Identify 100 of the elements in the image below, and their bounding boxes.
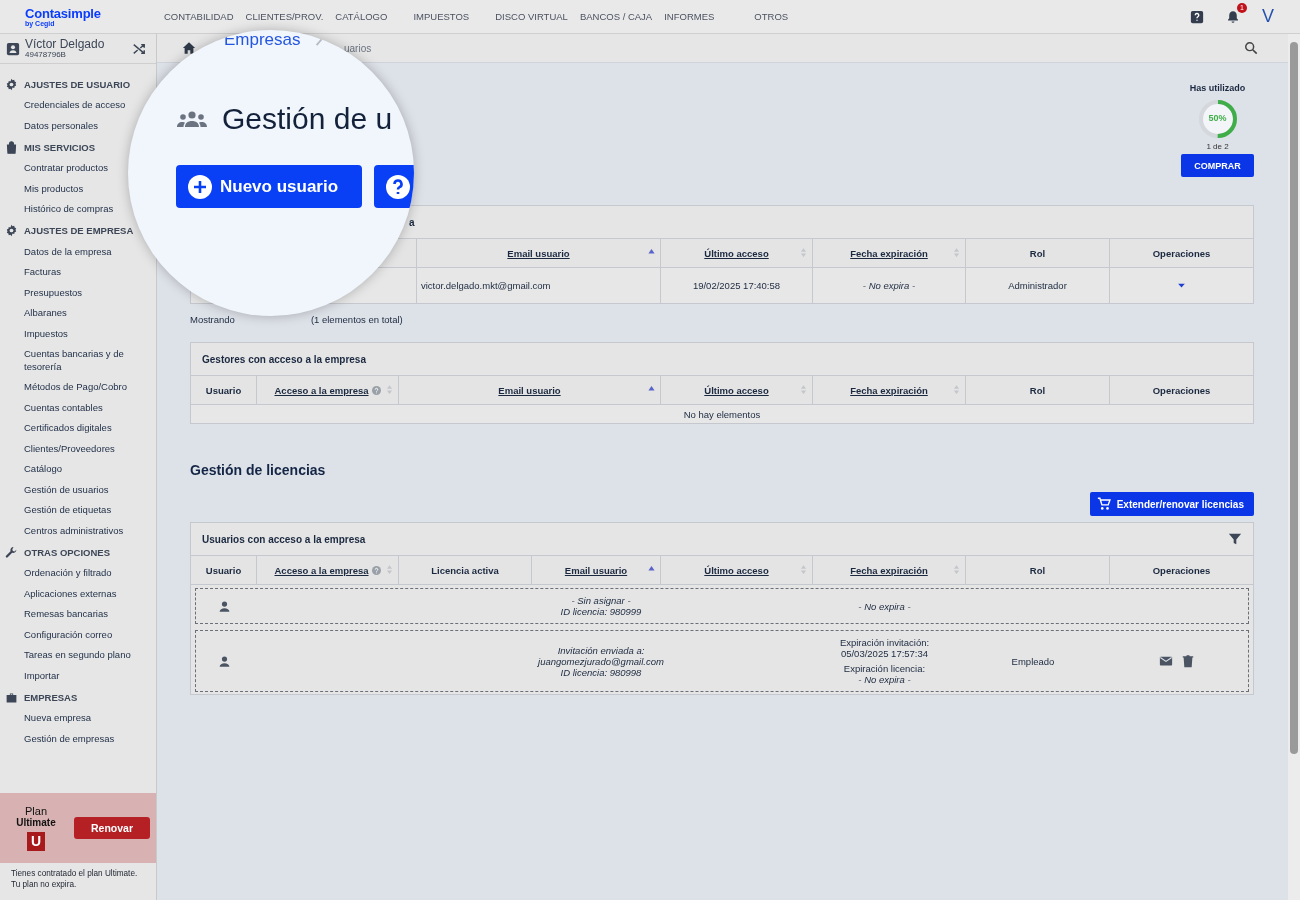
column-header[interactable]: Email usuario	[532, 556, 661, 584]
license-info: Invitación enviada a:	[557, 644, 645, 656]
nav-menu-item[interactable]: BANCOS / CAJA	[579, 11, 653, 22]
license-info: juangomezjurado@gmail.com	[538, 655, 664, 667]
sidebar-item[interactable]: Catálogo	[0, 459, 69, 480]
sidebar-item[interactable]: Credenciales de acceso	[0, 95, 132, 116]
sidebar-item[interactable]: Tareas en segundo plano	[0, 645, 137, 666]
nav-menu-item[interactable]: OTROS	[754, 11, 789, 22]
column-header: Operaciones	[1151, 383, 1212, 398]
filter-icon[interactable]	[1228, 532, 1242, 546]
sidebar-item[interactable]: Métodos de Pago/Cobro	[0, 377, 133, 398]
license-info: ID licencia: 980998	[560, 666, 642, 678]
bell-icon[interactable]	[1226, 9, 1240, 24]
caret-icon[interactable]	[1178, 283, 1185, 288]
sidebar-item[interactable]: Contratar productos	[0, 158, 114, 179]
sidebar-item[interactable]: Gestión de etiquetas	[0, 500, 118, 521]
expiry-text: Expiración invitación:	[839, 637, 930, 648]
nav-menu-item[interactable]: DISCO VIRTUAL	[495, 11, 568, 22]
plan-note: Tu plan no expira.	[11, 879, 78, 890]
user-initial[interactable]: V	[1262, 6, 1274, 27]
nav-menu-item[interactable]: IMPUESTOS	[413, 11, 470, 22]
table-cell: 19/02/2025 17:40:58	[692, 280, 781, 291]
column-header[interactable]: Último acceso	[661, 556, 813, 584]
nav-menu-item[interactable]: CLIENTES/PROV.	[245, 11, 324, 22]
column-header[interactable]: Email usuario	[417, 239, 661, 267]
users-icon	[177, 110, 207, 128]
sidebar-item[interactable]: Cuentas contables	[0, 397, 109, 418]
column-header[interactable]: Último acceso	[661, 239, 813, 267]
sidebar-item[interactable]: Datos de la empresa	[0, 241, 118, 262]
sidebar-section-title: MIS SERVICIOS	[24, 141, 96, 153]
column-header: Usuario	[191, 376, 257, 404]
expiry-text: - No expira -	[858, 600, 911, 612]
home-icon[interactable]	[182, 41, 196, 55]
sidebar-item[interactable]: Certificados digitales	[0, 418, 118, 439]
sidebar-item[interactable]: Ordenación y filtrado	[0, 563, 118, 584]
empty-message: No hay elementos	[683, 408, 761, 420]
extend-licenses-button[interactable]: Extender/renovar licencias	[1089, 492, 1254, 516]
table-title: Gestores con acceso a la empresa	[202, 353, 366, 365]
pagination-text: (1 elementos en total)	[310, 314, 403, 327]
column-header: Licencia activa	[399, 556, 532, 584]
expiry-text: Expiración licencia:	[843, 663, 926, 674]
sidebar-item[interactable]: Configuración correo	[0, 624, 119, 645]
shuffle-icon[interactable]	[132, 41, 146, 56]
sidebar-item[interactable]: Facturas	[0, 262, 67, 283]
nav-menu-item[interactable]: CATÁLOGO	[335, 11, 388, 22]
sidebar-item[interactable]: Importar	[0, 665, 66, 686]
cart-icon	[1096, 497, 1111, 511]
help-button[interactable]	[374, 165, 414, 208]
new-user-button[interactable]: Nuevo usuario	[176, 165, 362, 208]
page-title: Gestión de u	[222, 102, 393, 136]
plan-name: Ultimate	[16, 817, 56, 828]
column-header[interactable]: Fecha expiración	[813, 376, 966, 404]
column-header: Rol	[966, 556, 1110, 584]
breadcrumb-item[interactable]: uarios	[344, 42, 372, 54]
contact-card-icon	[6, 41, 20, 56]
sidebar-item[interactable]: Datos personales	[0, 115, 104, 136]
expiry-text: 05/03/2025 17:57:34	[840, 648, 929, 659]
sidebar-item[interactable]: Presupuestos	[0, 282, 89, 303]
column-header[interactable]: Fecha expiración	[813, 556, 966, 584]
renew-button[interactable]: Renovar	[74, 817, 150, 839]
sidebar-item[interactable]: Gestión de usuarios	[0, 479, 115, 500]
sidebar-item[interactable]: Mis productos	[0, 178, 90, 199]
sidebar-item[interactable]: Centros administrativos	[0, 520, 130, 541]
sidebar-item[interactable]: Impuestos	[0, 323, 74, 344]
gear-icon	[5, 224, 18, 237]
account-id: 49478796B	[25, 50, 66, 59]
brand-logo[interactable]: Contasimple	[25, 6, 164, 20]
sidebar-item[interactable]: Cuentas bancarias y de tesorería	[0, 344, 156, 377]
role-text: Empleado	[1011, 655, 1055, 667]
column-header: Operaciones	[1151, 563, 1212, 578]
nav-menu-item[interactable]: INFORMES	[664, 11, 715, 22]
buy-button[interactable]: COMPRAR	[1181, 154, 1254, 177]
trash-icon[interactable]	[1180, 654, 1195, 668]
sidebar-item[interactable]: Nueva empresa	[0, 708, 98, 729]
column-header[interactable]: Último acceso	[661, 376, 813, 404]
nav-menu-item[interactable]: CONTABILIDAD	[164, 11, 234, 22]
column-header[interactable]: Fecha expiración	[813, 239, 966, 267]
sidebar-item[interactable]: Clientes/Proveedores	[0, 438, 121, 459]
table-cell: Administrador	[1008, 280, 1067, 291]
column-header: Operaciones	[1151, 246, 1212, 261]
gear-icon	[5, 77, 18, 91]
person-icon	[217, 599, 231, 613]
sidebar-item[interactable]: Aplicaciones externas	[0, 583, 123, 604]
table-title: Usuarios con acceso a la empresa	[202, 533, 366, 545]
mail-icon[interactable]	[1158, 654, 1173, 668]
sidebar-item[interactable]: Albaranes	[0, 303, 73, 324]
sidebar-item[interactable]: Histórico de compras	[0, 199, 120, 220]
usage-label: Has utilizado	[1189, 83, 1246, 93]
expiry-text: - No expira -	[858, 674, 911, 685]
account-name: Víctor Delgado	[25, 38, 105, 51]
help-icon[interactable]	[1190, 9, 1204, 24]
search-icon[interactable]	[1244, 41, 1258, 55]
sidebar-item[interactable]: Remesas bancarias	[0, 604, 114, 625]
scrollbar-thumb[interactable]	[1290, 42, 1298, 754]
question-icon	[386, 174, 410, 199]
column-header[interactable]: Email usuario	[399, 376, 661, 404]
pagination-text: Mostrando	[190, 314, 235, 327]
sidebar-item[interactable]: Gestión de empresas	[0, 728, 121, 749]
sidebar-section-title: OTRAS OPCIONES	[24, 546, 111, 558]
column-header: Rol	[966, 376, 1110, 404]
